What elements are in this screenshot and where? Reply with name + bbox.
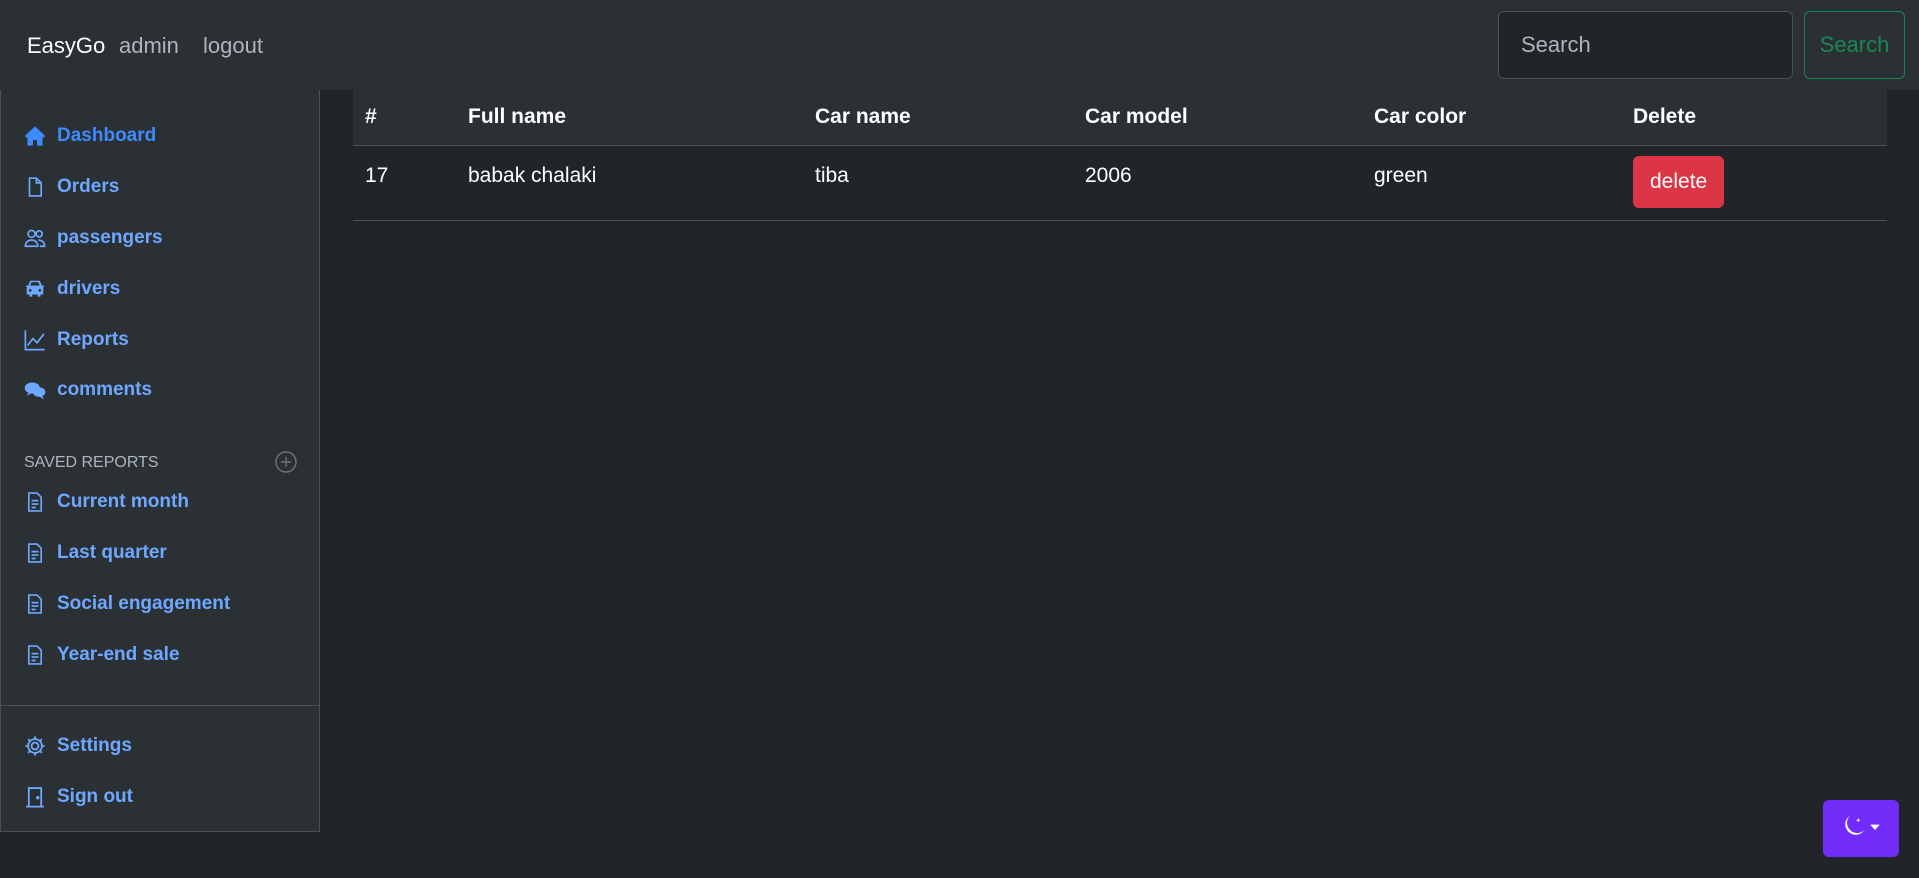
sidebar-item-sign-out[interactable]: Sign out — [23, 785, 133, 809]
sidebar-item-label: Dashboard — [57, 125, 157, 146]
sidebar-item-drivers[interactable]: drivers — [23, 277, 120, 301]
sidebar-item-settings[interactable]: Settings — [23, 734, 132, 758]
saved-report-current-month[interactable]: Current month — [23, 490, 189, 514]
sidebar-item-label: Settings — [57, 735, 132, 756]
theme-toggle-button[interactable] — [1823, 800, 1899, 857]
saved-report-label: Current month — [57, 491, 189, 512]
col-header-id: # — [353, 90, 456, 146]
cell-car-name: tiba — [803, 145, 1073, 221]
chat-icon — [23, 378, 47, 402]
admin-link[interactable]: admin — [119, 33, 179, 59]
gear-icon — [23, 734, 47, 758]
car-icon — [23, 277, 47, 301]
sidebar-divider — [1, 705, 319, 706]
delete-button[interactable]: delete — [1633, 155, 1725, 208]
col-header-car-model: Car model — [1073, 90, 1362, 146]
drivers-table: # Full name Car name Car model Car color… — [353, 90, 1887, 221]
col-header-car-name: Car name — [803, 90, 1073, 146]
cell-full-name: babak chalaki — [456, 145, 803, 221]
file-text-icon — [23, 541, 47, 565]
cell-id: 17 — [353, 145, 456, 221]
table-header-row: # Full name Car name Car model Car color… — [353, 90, 1887, 146]
sidebar: Dashboard Orders passengers drivers Repo… — [0, 90, 320, 832]
door-icon — [23, 785, 47, 809]
house-icon — [23, 124, 47, 148]
cell-delete: delete — [1621, 145, 1887, 221]
search-input[interactable] — [1498, 11, 1793, 79]
drivers-table-container: # Full name Car name Car model Car color… — [353, 90, 1887, 221]
sidebar-item-label: passengers — [57, 227, 163, 248]
sidebar-item-label: comments — [57, 379, 153, 400]
sidebar-item-passengers[interactable]: passengers — [23, 226, 163, 250]
brand-logo[interactable]: EasyGo — [27, 33, 105, 59]
sidebar-item-dashboard[interactable]: Dashboard — [23, 124, 156, 148]
cell-car-model: 2006 — [1073, 145, 1362, 221]
col-header-delete: Delete — [1621, 90, 1887, 146]
file-icon — [23, 175, 47, 199]
add-report-icon[interactable] — [274, 450, 298, 474]
sidebar-item-orders[interactable]: Orders — [23, 175, 119, 199]
cell-car-color: green — [1362, 145, 1621, 221]
sidebar-item-reports[interactable]: Reports — [23, 328, 129, 352]
saved-report-social-engagement[interactable]: Social engagement — [23, 592, 230, 616]
graph-icon — [23, 328, 47, 352]
top-navbar: EasyGo admin logout Search — [0, 0, 1919, 90]
table-row: 17 babak chalaki tiba 2006 green delete — [353, 145, 1887, 221]
saved-report-label: Year-end sale — [57, 644, 180, 665]
saved-report-label: Social engagement — [57, 593, 231, 614]
moon-stars-icon — [1841, 815, 1865, 842]
file-text-icon — [23, 490, 47, 514]
file-text-icon — [23, 643, 47, 667]
logout-link[interactable]: logout — [203, 33, 263, 59]
caret-down-icon — [1869, 821, 1881, 836]
sidebar-item-label: Sign out — [57, 786, 133, 807]
saved-reports-heading: Saved reports — [24, 454, 159, 471]
saved-report-last-quarter[interactable]: Last quarter — [23, 541, 167, 565]
sidebar-item-comments[interactable]: comments — [23, 378, 152, 402]
col-header-full-name: Full name — [456, 90, 803, 146]
people-icon — [23, 226, 47, 250]
search-button[interactable]: Search — [1804, 11, 1905, 79]
sidebar-item-label: Orders — [57, 176, 120, 197]
saved-report-year-end-sale[interactable]: Year-end sale — [23, 643, 180, 667]
sidebar-item-label: Reports — [57, 329, 129, 350]
sidebar-item-label: drivers — [57, 278, 121, 299]
col-header-car-color: Car color — [1362, 90, 1621, 146]
file-text-icon — [23, 592, 47, 616]
saved-report-label: Last quarter — [57, 542, 167, 563]
